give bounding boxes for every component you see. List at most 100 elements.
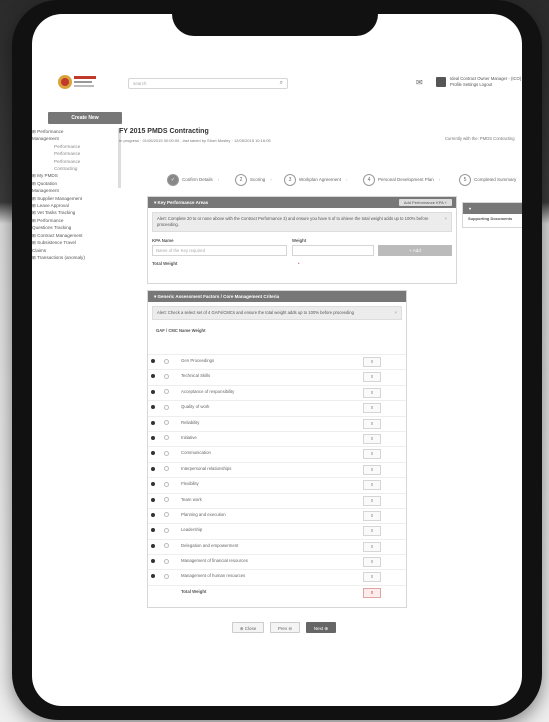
kpa-weight-label: Weight — [292, 238, 307, 243]
chevron-right-icon: › — [270, 177, 272, 183]
gaf-weight-input[interactable]: 0 — [363, 449, 381, 460]
close-label: Close — [244, 626, 257, 631]
sidebar-item[interactable]: ⊞ Contract Management — [32, 232, 124, 239]
prev-icon: ⊖ — [287, 626, 293, 631]
app-header: search ⌕ ✉ Ideal Contract Owner Manager -… — [32, 64, 522, 104]
step-completed-summary[interactable]: 5 Completed Summary — [459, 174, 516, 190]
gaf-weight-input[interactable]: 0 — [363, 541, 381, 552]
gaf-row: Initiative 0 — [148, 430, 406, 446]
gaf-select-checkbox[interactable] — [164, 481, 169, 487]
gaf-weight-input[interactable]: 0 — [363, 403, 381, 414]
gaf-select-checkbox[interactable] — [164, 358, 169, 364]
gaf-row: Management of human resources 0 — [148, 569, 406, 584]
gaf-select-checkbox[interactable] — [164, 527, 169, 533]
kpa-name-input[interactable]: Name of the Key required — [152, 245, 287, 256]
kpa-name-placeholder: Name of the Key required — [156, 248, 205, 253]
next-button[interactable]: Next ⊕ — [306, 622, 336, 633]
sidebar-item[interactable]: Performance — [32, 143, 124, 150]
gaf-name: Quality of work — [181, 404, 210, 410]
app-window: search ⌕ ✉ Ideal Contract Owner Manager -… — [32, 64, 522, 633]
user-links[interactable]: Profile Settings Logout — [450, 82, 521, 88]
user-info[interactable]: Ideal Contract Owner Manager - (ICO) Prof… — [450, 76, 521, 88]
create-new-button[interactable]: Create New — [48, 112, 122, 124]
prev-button[interactable]: Prev ⊖ — [270, 622, 300, 633]
collapse-icon[interactable]: ▾ — [469, 206, 471, 211]
bullet-icon — [151, 497, 155, 502]
close-icon[interactable]: × — [395, 310, 397, 316]
sidebar-item[interactable]: Performance — [32, 158, 124, 165]
gaf-weight-input[interactable]: 0 — [363, 418, 381, 429]
gaf-select-checkbox[interactable] — [164, 497, 169, 503]
gaf-select-checkbox[interactable] — [164, 389, 169, 395]
gaf-name: Gen Proceedings — [181, 358, 215, 363]
search-icon[interactable]: ⌕ — [280, 80, 283, 87]
gaf-name: Interpersonal relationships — [181, 465, 232, 471]
sidebar-item[interactable]: ⊞ Transactions (anomaly) — [32, 254, 124, 261]
step-pdp[interactable]: 4 Personal Development Plan › — [363, 174, 440, 190]
gaf-weight-input[interactable]: 0 — [363, 480, 381, 491]
gaf-weight-input[interactable]: 0 — [363, 464, 381, 475]
close-button[interactable]: ⊗ Close — [232, 622, 264, 633]
sidebar-item[interactable]: Questions Tracking — [32, 224, 124, 231]
sidebar-scrollbar[interactable] — [118, 128, 121, 188]
bullet-icon — [151, 420, 155, 425]
sidebar-item[interactable]: Performance — [32, 150, 124, 157]
sidebar-item[interactable]: ⊞ Supplier Management — [32, 195, 124, 202]
gaf-select-checkbox[interactable] — [164, 450, 169, 456]
bullet-icon — [151, 559, 155, 564]
sidebar: Create New ⊞ Performance Management Perfor… — [32, 106, 127, 626]
add-kpa-button[interactable]: Add Performance KPA + — [398, 199, 452, 206]
bullet-icon — [151, 451, 155, 456]
gaf-weight-input[interactable]: 0 — [363, 557, 381, 568]
supporting-documents-label[interactable]: Supporting Documents — [463, 214, 522, 223]
step-circle-icon: 3 — [284, 174, 296, 186]
step-confirm-details[interactable]: ✓ Confirm Details › — [167, 174, 219, 190]
gaf-name: Team work — [181, 496, 202, 502]
avatar[interactable] — [436, 77, 446, 87]
gaf-weight-input[interactable]: 0 — [363, 572, 381, 583]
kpa-total-marker: • — [298, 261, 300, 266]
gaf-weight-input[interactable]: 0 — [363, 433, 381, 444]
gaf-select-checkbox[interactable] — [164, 558, 169, 564]
sidebar-item[interactable]: ⊞ Subsistence Travel — [32, 239, 124, 246]
gaf-select-checkbox[interactable] — [164, 466, 169, 472]
sidebar-item[interactable]: ⊞ Leave Approval — [32, 202, 124, 209]
gaf-select-checkbox[interactable] — [164, 373, 169, 379]
sidebar-item[interactable]: Claims — [32, 247, 124, 254]
step-label: Workplan Agreement — [299, 177, 341, 183]
gaf-weight-input[interactable]: 0 — [363, 510, 381, 521]
phone-notch — [172, 0, 378, 36]
gaf-weight-input[interactable]: 0 — [363, 372, 381, 383]
gaf-weight-input[interactable]: 0 — [363, 495, 381, 506]
step-scoring[interactable]: 2 Scoring › — [235, 174, 272, 190]
sidebar-item[interactable]: ⊞ Performance — [32, 217, 124, 224]
gaf-select-checkbox[interactable] — [164, 435, 169, 441]
gaf-weight-input[interactable]: 0 — [363, 526, 381, 537]
sidebar-item[interactable]: ⊞ Quotation — [32, 180, 124, 187]
close-icon[interactable]: × — [445, 216, 447, 222]
kpa-add-button[interactable]: + Add — [378, 245, 452, 256]
sidebar-item[interactable]: ⊞ My PMDS — [32, 172, 124, 179]
step-workplan[interactable]: 3 Workplan Agreement › — [284, 174, 347, 190]
notification-icon[interactable]: ✉ — [416, 78, 423, 87]
search-input[interactable]: search ⌕ — [128, 78, 288, 89]
chevron-right-icon: › — [438, 177, 441, 183]
gaf-select-checkbox[interactable] — [164, 420, 169, 426]
kpa-weight-input[interactable] — [292, 245, 374, 256]
check-icon: ✓ — [167, 174, 179, 186]
sidebar-item[interactable]: ⊞ Vet Tasks Tracking — [32, 209, 124, 216]
gaf-weight-input[interactable]: 0 — [363, 357, 381, 367]
sidebar-item[interactable]: Contracting — [32, 165, 124, 172]
gaf-row: Gen Proceedings 0 — [148, 354, 406, 369]
gaf-total-value: 0 — [363, 587, 381, 598]
gaf-select-checkbox[interactable] — [164, 543, 169, 549]
sidebar-item[interactable]: Management — [32, 135, 124, 142]
gaf-weight-input[interactable]: 0 — [363, 387, 381, 398]
sidebar-item[interactable]: ⊞ Performance — [32, 128, 124, 135]
gaf-select-checkbox[interactable] — [164, 512, 169, 518]
gaf-select-checkbox[interactable] — [164, 573, 169, 579]
side-panel-header: ▾ — [463, 203, 522, 214]
gaf-select-checkbox[interactable] — [164, 404, 169, 410]
bullet-icon — [151, 466, 155, 471]
sidebar-item[interactable]: Management — [32, 187, 124, 194]
